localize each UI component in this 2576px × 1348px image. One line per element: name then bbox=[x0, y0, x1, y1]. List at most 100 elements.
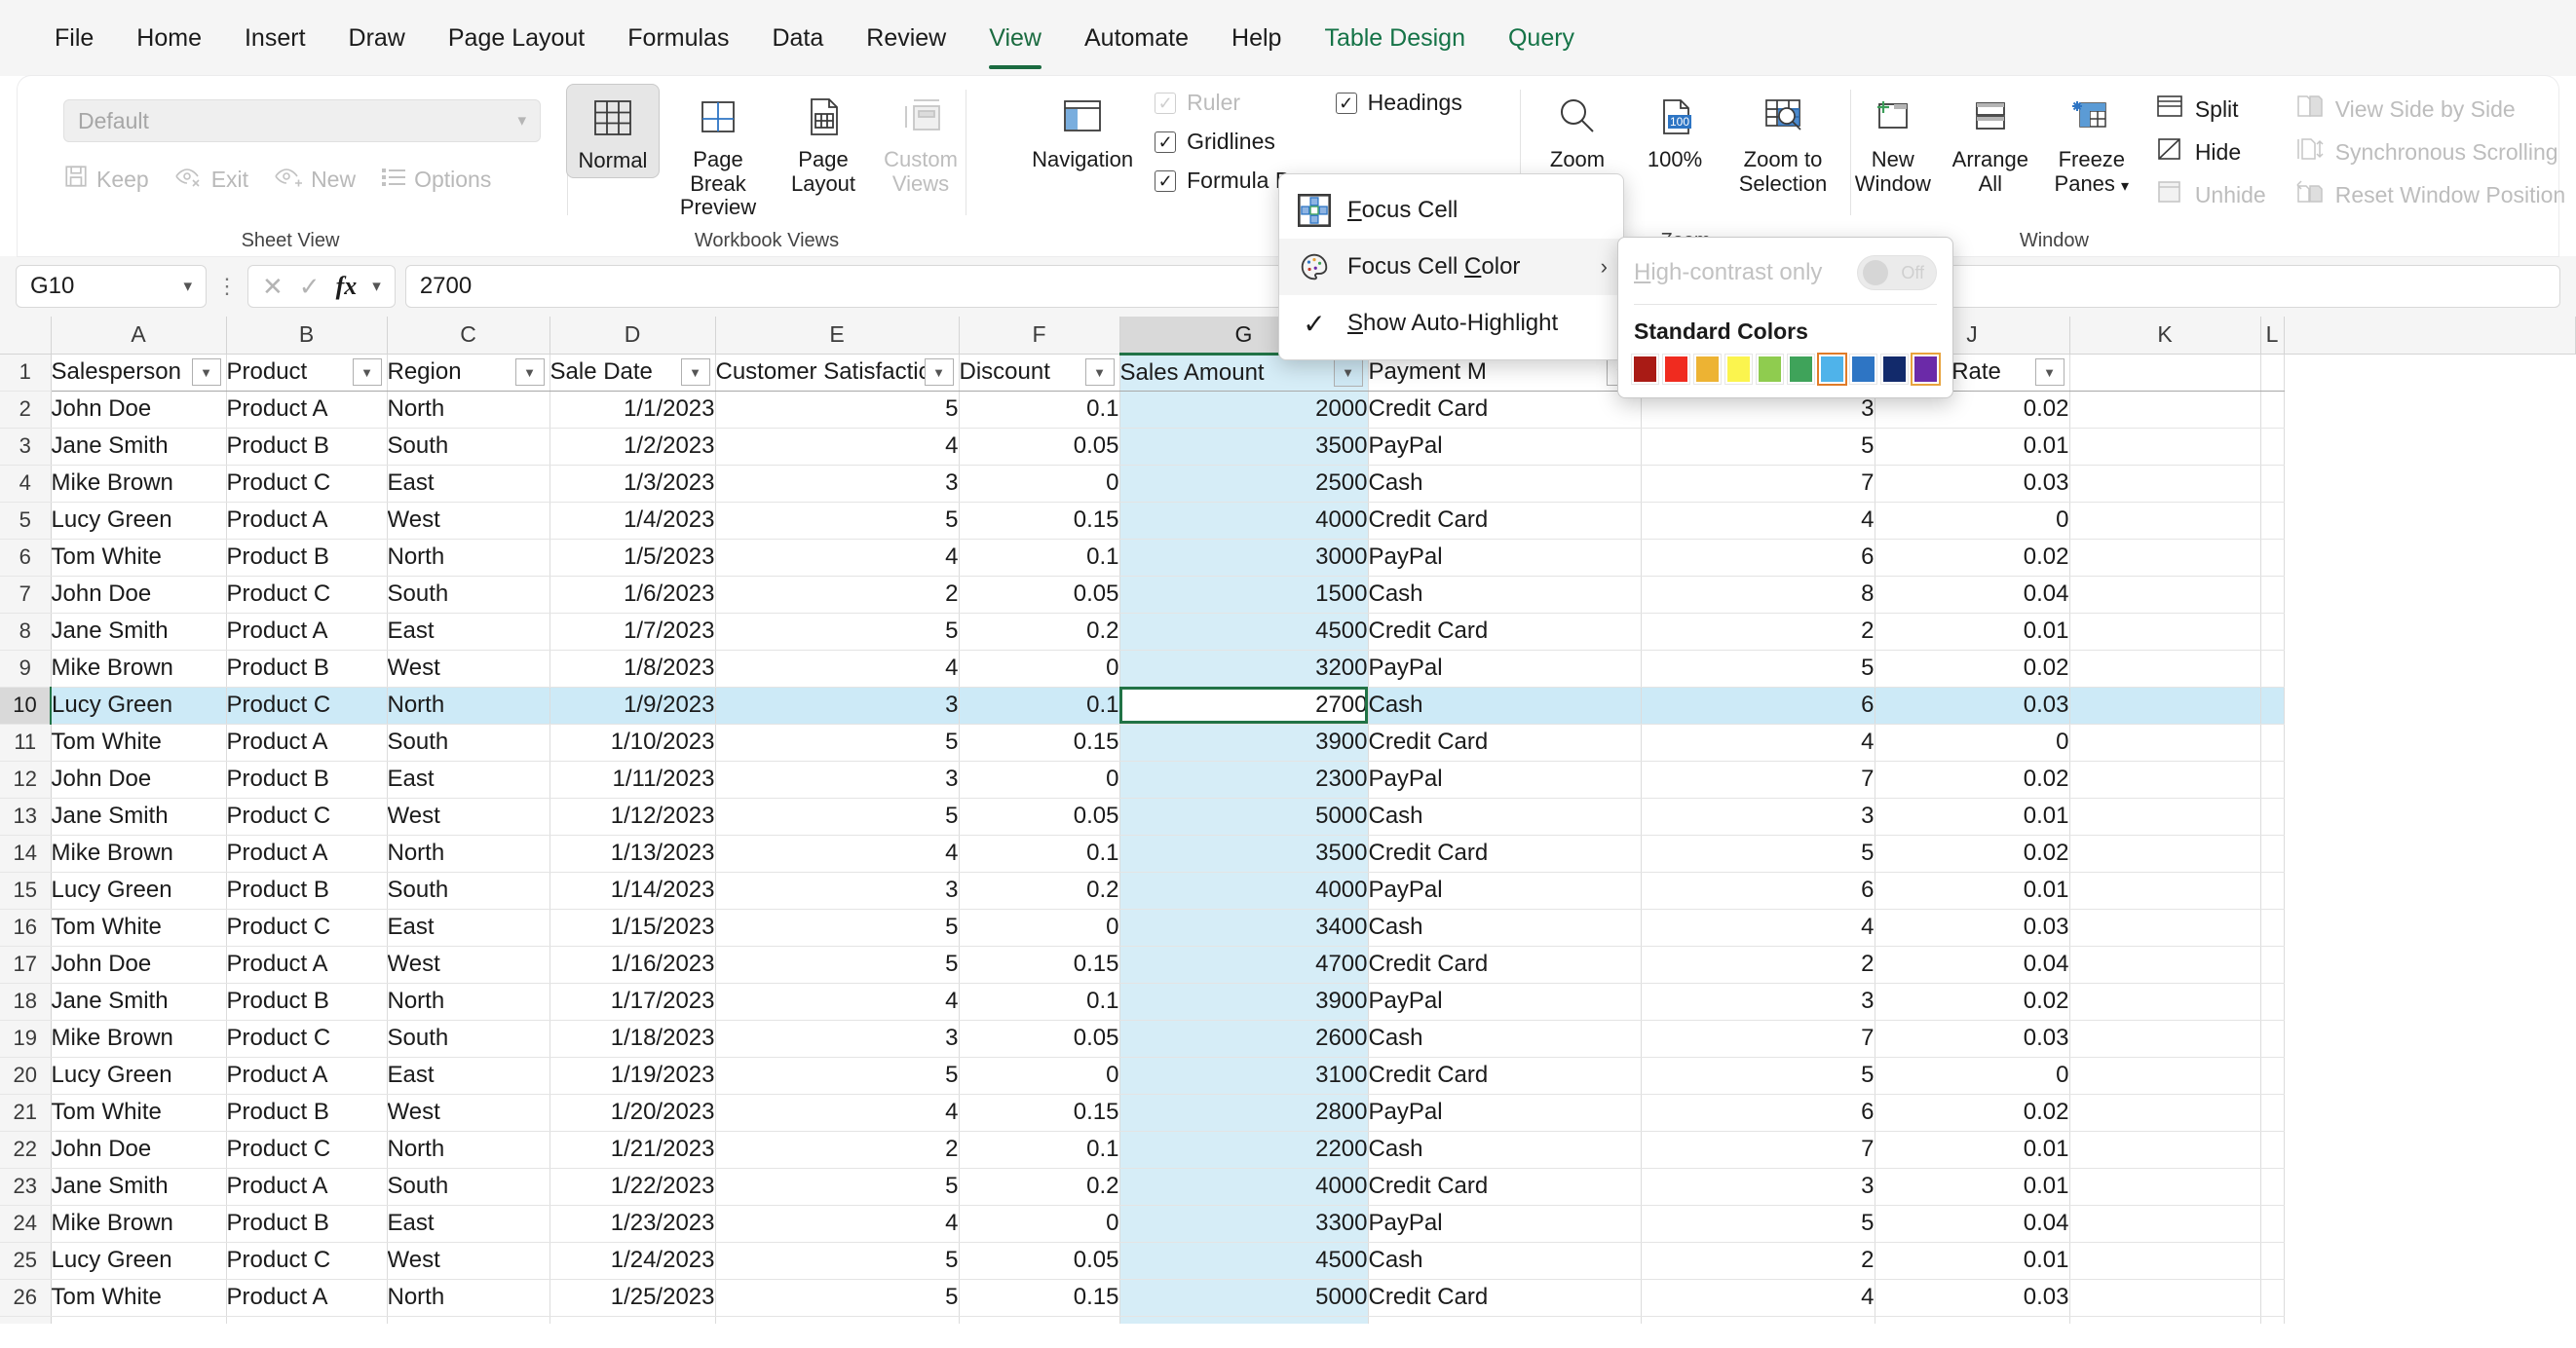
filter-dropdown-icon[interactable]: ▼ bbox=[514, 358, 545, 386]
grid-cell[interactable] bbox=[2069, 465, 2261, 503]
grid-cell[interactable]: 0 bbox=[959, 761, 1120, 799]
grid-cell[interactable]: 1/26/2023 bbox=[549, 1316, 716, 1324]
grid-cell[interactable]: 1/4/2023 bbox=[549, 502, 716, 540]
grid-cell[interactable]: 3 bbox=[1641, 983, 1875, 1021]
grid-cell[interactable]: Lucy Green bbox=[51, 1057, 227, 1095]
grid-cell[interactable] bbox=[2260, 539, 2285, 577]
grid-cell[interactable]: 0.03 bbox=[1875, 1020, 2070, 1058]
grid-cell[interactable]: 7 bbox=[1641, 761, 1875, 799]
grid-cell[interactable]: 2600 bbox=[1119, 1020, 1369, 1058]
grid-cell[interactable]: 4 bbox=[1641, 1279, 1875, 1317]
name-box[interactable]: G10 ▾ bbox=[16, 265, 207, 308]
grid-cell[interactable]: 7 bbox=[1641, 465, 1875, 503]
color-swatch[interactable] bbox=[1694, 355, 1721, 384]
row-header-3[interactable]: 3 bbox=[0, 428, 52, 466]
row-header-26[interactable]: 26 bbox=[0, 1279, 52, 1317]
more-options-icon[interactable]: ⋮ bbox=[216, 276, 238, 297]
grid-cell[interactable]: 3 bbox=[1641, 1168, 1875, 1206]
row-header-5[interactable]: 5 bbox=[0, 502, 52, 540]
grid-cell[interactable]: Product A bbox=[226, 391, 388, 429]
column-header-E[interactable]: E bbox=[715, 317, 960, 355]
grid-cell[interactable]: 4 bbox=[1641, 909, 1875, 947]
grid-cell[interactable]: Cash bbox=[1368, 798, 1642, 836]
grid-cell[interactable]: 0.01 bbox=[1875, 1168, 2070, 1206]
grid-cell[interactable]: South bbox=[387, 428, 550, 466]
grid-cell[interactable] bbox=[2069, 872, 2261, 910]
grid-cell[interactable]: 0.2 bbox=[959, 613, 1120, 651]
grid-cell[interactable]: Credit Card bbox=[1368, 835, 1642, 873]
table-header-cell[interactable]: Region ▼ bbox=[387, 354, 550, 392]
grid-cell[interactable]: 5 bbox=[715, 798, 960, 836]
sheet-view-selector[interactable]: Default ▾ bbox=[63, 99, 541, 142]
column-header-K[interactable]: K bbox=[2069, 317, 2261, 355]
keep-button[interactable]: Keep bbox=[63, 164, 149, 195]
row-header-19[interactable]: 19 bbox=[0, 1020, 52, 1058]
grid-cell[interactable] bbox=[2069, 724, 2261, 762]
grid-cell[interactable]: Cash bbox=[1368, 576, 1642, 614]
column-header-A[interactable]: A bbox=[51, 317, 227, 355]
grid-cell[interactable]: 0.04 bbox=[1875, 946, 2070, 984]
tab-automate[interactable]: Automate bbox=[1063, 20, 1210, 56]
grid-cell[interactable] bbox=[2069, 391, 2261, 429]
arrange-all-button[interactable]: Arrange All bbox=[1944, 84, 2037, 200]
grid-cell[interactable] bbox=[2260, 835, 2285, 873]
row-header-17[interactable]: 17 bbox=[0, 946, 52, 984]
grid-cell[interactable]: Product A bbox=[226, 502, 388, 540]
grid-cell[interactable] bbox=[2069, 539, 2261, 577]
grid-cell[interactable]: PayPal bbox=[1368, 872, 1642, 910]
grid-cell[interactable]: PayPal bbox=[1368, 1094, 1642, 1132]
grid-cell[interactable]: 0.05 bbox=[959, 1020, 1120, 1058]
grid-cell[interactable]: Product B bbox=[226, 428, 388, 466]
grid-cell[interactable]: Product A bbox=[226, 724, 388, 762]
column-header-F[interactable]: F bbox=[959, 317, 1120, 355]
row-header-24[interactable]: 24 bbox=[0, 1205, 52, 1243]
normal-view-button[interactable]: Normal bbox=[566, 84, 660, 178]
grid-cell[interactable]: Product C bbox=[226, 798, 388, 836]
color-swatch[interactable] bbox=[1788, 355, 1814, 384]
grid-cell[interactable]: 0 bbox=[959, 1057, 1120, 1095]
new-window-button[interactable]: New Window bbox=[1846, 84, 1940, 200]
grid-cell[interactable]: 5 bbox=[715, 502, 960, 540]
table-row[interactable]: 18 Jane Smith Product B North 1/17/2023 4 0.1 3… bbox=[0, 983, 2576, 1021]
grid-cell[interactable] bbox=[2069, 687, 2261, 725]
table-row[interactable]: 13 Jane Smith Product C West 1/12/2023 5 0.05 5… bbox=[0, 798, 2576, 836]
grid-cell[interactable] bbox=[2069, 761, 2261, 799]
grid-cell[interactable]: Credit Card bbox=[1368, 613, 1642, 651]
filter-dropdown-icon[interactable]: ▼ bbox=[352, 358, 382, 386]
grid-cell[interactable] bbox=[2260, 1057, 2285, 1095]
grid-cell[interactable]: 0.02 bbox=[1875, 761, 2070, 799]
grid-cell[interactable] bbox=[2069, 650, 2261, 688]
color-swatch[interactable] bbox=[1757, 355, 1783, 384]
grid-cell[interactable]: North bbox=[387, 983, 550, 1021]
grid-cell[interactable]: 1/22/2023 bbox=[549, 1168, 716, 1206]
grid-cell[interactable] bbox=[2260, 687, 2285, 725]
row-header-12[interactable]: 12 bbox=[0, 761, 52, 799]
grid-cell[interactable]: Credit Card bbox=[1368, 1279, 1642, 1317]
grid-cell[interactable]: 0.01 bbox=[1875, 798, 2070, 836]
grid-cell[interactable] bbox=[2069, 909, 2261, 947]
new-button[interactable]: New bbox=[274, 165, 356, 194]
table-row[interactable]: 6 Tom White Product B North 1/5/2023 4 0.1 3000… bbox=[0, 539, 2576, 577]
filter-dropdown-icon[interactable]: ▼ bbox=[680, 358, 710, 386]
grid-cell[interactable]: Product B bbox=[226, 761, 388, 799]
grid-cell[interactable]: 5 bbox=[715, 1168, 960, 1206]
grid-cell[interactable]: Product B bbox=[226, 1316, 388, 1324]
grid-cell[interactable]: 1/16/2023 bbox=[549, 946, 716, 984]
table-header-cell[interactable]: Product ▼ bbox=[226, 354, 388, 392]
grid-cell[interactable]: South bbox=[387, 1020, 550, 1058]
grid-cell[interactable] bbox=[2260, 1205, 2285, 1243]
grid-cell[interactable] bbox=[2069, 1316, 2261, 1324]
grid-cell[interactable]: Product B bbox=[226, 872, 388, 910]
grid-cell[interactable]: 5 bbox=[715, 909, 960, 947]
grid-cell[interactable]: 2800 bbox=[1119, 1094, 1369, 1132]
color-swatch[interactable] bbox=[1913, 355, 1939, 384]
grid-cell[interactable]: North bbox=[387, 539, 550, 577]
grid-cell[interactable]: West bbox=[387, 946, 550, 984]
grid-cell[interactable]: Jane Smith bbox=[51, 428, 227, 466]
headings-checkbox[interactable]: ✓ Headings bbox=[1335, 90, 1462, 116]
grid-cell[interactable]: Product A bbox=[226, 835, 388, 873]
grid-cell[interactable]: 3900 bbox=[1119, 983, 1369, 1021]
grid-cell[interactable]: North bbox=[387, 1279, 550, 1317]
grid-cell[interactable]: John Doe bbox=[51, 576, 227, 614]
grid-cell[interactable]: 0.02 bbox=[1875, 650, 2070, 688]
